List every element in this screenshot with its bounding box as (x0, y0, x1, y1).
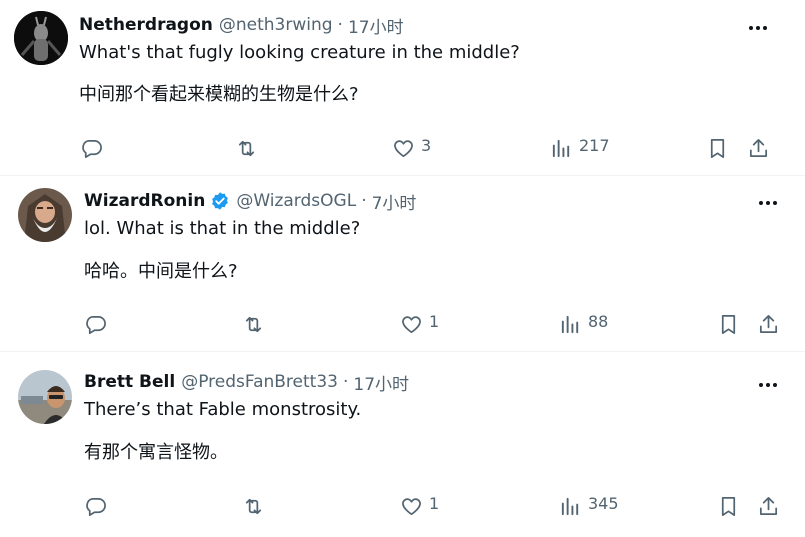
bookmark-button[interactable] (706, 133, 729, 163)
reply-card[interactable]: Netherdragon @neth3rwing · 17小时 What's t… (0, 0, 805, 176)
like-icon (402, 497, 421, 515)
separator-dot: · (337, 15, 343, 35)
user-handle[interactable]: @WizardsOGL (236, 191, 356, 211)
bookmark-icon (721, 314, 736, 334)
reply-button[interactable] (80, 133, 103, 163)
reply-icon (86, 497, 106, 516)
reply-card[interactable]: Brett Bell @PredsFanBrett33 · 17小时 There… (0, 352, 805, 537)
repost-icon (245, 498, 262, 514)
avatar[interactable] (18, 188, 72, 242)
tweet-text-en: What's that fugly looking creature in th… (79, 42, 520, 63)
reply-card[interactable]: WizardRonin @WizardsOGL · 7小时 lol. What … (0, 176, 805, 352)
views-count: 345 (588, 493, 619, 513)
reply-icon (86, 315, 106, 334)
avatar[interactable] (18, 370, 72, 424)
timestamp[interactable]: 7小时 (372, 189, 417, 214)
repost-icon (245, 316, 262, 332)
share-icon (759, 496, 778, 515)
avatar-image (14, 11, 68, 65)
like-button[interactable]: 1 (400, 491, 439, 521)
action-bar: 1 88 (0, 309, 805, 339)
repost-icon (238, 140, 255, 156)
share-button[interactable] (747, 133, 770, 163)
user-handle[interactable]: @neth3rwing (219, 15, 333, 35)
avatar-image (18, 370, 72, 424)
separator-dot: · (361, 191, 367, 211)
bookmark-button[interactable] (717, 309, 740, 339)
views-button[interactable]: 88 (559, 309, 608, 339)
display-name[interactable]: WizardRonin (84, 191, 205, 211)
tweet-text-en: lol. What is that in the middle? (84, 218, 361, 239)
like-count: 3 (421, 135, 432, 155)
bookmark-button[interactable] (717, 491, 740, 521)
tweet-text-zh: 中间那个看起来模糊的生物是什么? (79, 84, 359, 105)
repost-button[interactable] (235, 133, 258, 163)
like-icon (402, 315, 421, 333)
reply-button[interactable] (84, 491, 107, 521)
display-name[interactable]: Netherdragon (79, 15, 213, 35)
bookmark-icon (710, 138, 725, 158)
bookmark-icon (721, 496, 736, 516)
repost-button[interactable] (242, 491, 265, 521)
views-icon (561, 315, 579, 333)
tweet-text-en: There’s that Fable monstrosity. (84, 399, 362, 420)
user-handle[interactable]: @PredsFanBrett33 (181, 372, 338, 392)
views-button[interactable]: 345 (559, 491, 619, 521)
action-bar: 1 345 (0, 491, 805, 521)
avatar-image (18, 188, 72, 242)
views-button[interactable]: 217 (550, 133, 610, 163)
share-button[interactable] (757, 491, 780, 521)
tweet-text-zh: 哈哈。中间是什么? (84, 261, 238, 282)
reply-icon (82, 139, 102, 158)
share-button[interactable] (757, 309, 780, 339)
like-button[interactable]: 1 (400, 309, 439, 339)
avatar[interactable] (14, 11, 68, 65)
display-name[interactable]: Brett Bell (84, 372, 175, 392)
share-icon (759, 314, 778, 333)
timestamp[interactable]: 17小时 (348, 13, 404, 38)
views-icon (552, 139, 570, 157)
views-count: 217 (579, 135, 610, 155)
reply-button[interactable] (84, 309, 107, 339)
like-count: 1 (429, 493, 440, 513)
more-icon[interactable] (756, 373, 780, 397)
like-button[interactable]: 3 (392, 133, 431, 163)
timestamp[interactable]: 17小时 (353, 370, 409, 395)
like-icon (394, 139, 413, 157)
views-icon (561, 497, 579, 515)
separator-dot: · (342, 372, 349, 392)
more-icon[interactable] (756, 191, 780, 215)
action-bar: 3 217 (0, 133, 805, 163)
repost-button[interactable] (242, 309, 265, 339)
more-icon[interactable] (746, 16, 770, 40)
like-count: 1 (429, 311, 440, 331)
share-icon (749, 138, 768, 157)
verified-badge-icon[interactable] (210, 191, 230, 211)
tweet-text-zh: 有那个寓言怪物。 (84, 442, 228, 463)
views-count: 88 (588, 311, 609, 331)
